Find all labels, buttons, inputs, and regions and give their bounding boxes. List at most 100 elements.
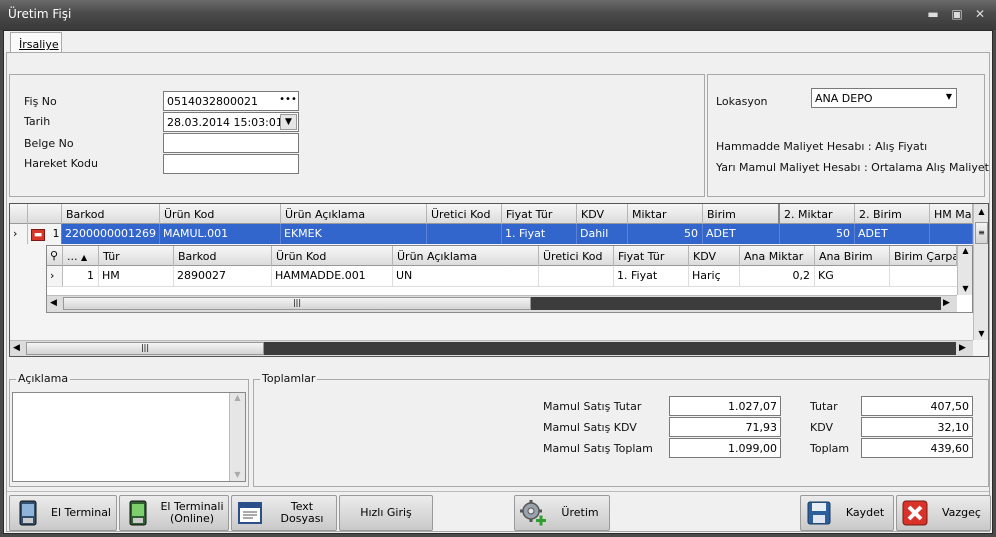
scroll-thumb[interactable]: ||| [26,342,264,355]
scroll-left-icon[interactable]: ◀ [50,298,57,308]
cell-urun-aciklama[interactable]: EKMEK [281,224,427,244]
table-row[interactable]: › 1 HM 2890027 HAMMADDE.001 UN 1. Fiyat … [47,266,957,287]
lokasyon-select[interactable]: ANA DEPO ▼ [811,88,957,108]
belge-no-field[interactable] [163,133,299,153]
col-kdv[interactable]: KDV [577,204,628,224]
scroll-up-icon[interactable]: ▲ [974,204,988,216]
main-grid[interactable]: Barkod Ürün Kod Ürün Açıklama Üretici Ko… [9,203,989,357]
detail-grid[interactable]: ⚲ ... ▲ Tür Barkod Ürün Kod Ürün Açıklam… [46,245,973,313]
el-terminali-online-button[interactable]: El Terminali (Online) [119,495,229,531]
scroll-up-icon[interactable]: ▲ [230,393,245,402]
detail-horizontal-scrollbar[interactable]: ◀ ||| ▶ [47,295,957,312]
scroll-down-icon[interactable]: ▼ [230,470,245,479]
hareket-kodu-field[interactable] [163,154,299,174]
scroll-track[interactable] [531,297,941,310]
cell-fiyat-tur[interactable]: 1. Fiyat [502,224,577,244]
cell-ana-miktar[interactable]: 0,2 [740,266,815,286]
col-urun-aciklama[interactable]: Ürün Açıklama [393,246,539,266]
hizli-giris-button[interactable]: Hızlı Giriş [339,495,433,531]
col-uretici-kod[interactable]: Üretici Kod [539,246,614,266]
main-horizontal-scrollbar[interactable]: ◀ ||| ▶ [10,340,973,356]
detail-vertical-scrollbar[interactable]: ▲ ▼ [957,246,972,295]
tab-irsaliye[interactable]: İrsaliye [10,32,62,53]
scroll-down-icon[interactable]: ▼ [974,329,988,338]
cell-barkod[interactable]: 2200000001269 [62,224,160,244]
cell-num[interactable]: 1 [63,266,99,286]
cell-uretici-kod[interactable] [427,224,502,244]
header-form-panel: Fiş No 0514032800021 ••• Tarih 28.03.201… [9,74,705,197]
dropdown-arrow-icon[interactable]: ▼ [280,114,297,130]
scroll-track[interactable] [264,342,956,355]
cell-birim-carpan[interactable] [890,266,957,286]
col-birim2[interactable]: 2. Birim [855,204,930,224]
cell-hm-maliyet[interactable] [930,224,973,244]
cell-uretici-kod[interactable] [539,266,614,286]
col-kdv[interactable]: KDV [689,246,740,266]
aciklama-textarea[interactable] [12,392,246,482]
cell-urun-aciklama[interactable]: UN [393,266,539,286]
uretim-button[interactable]: Üretim [514,495,610,531]
mamul-satis-kdv-field[interactable]: 71,93 [669,417,781,437]
maximize-button[interactable]: ▣ [949,7,965,21]
cell-miktar2[interactable]: 50 [780,224,855,244]
mamul-satis-toplam-field[interactable]: 1.099,00 [669,438,781,458]
toplam-field[interactable]: 439,60 [861,438,973,458]
scroll-right-icon[interactable]: ▶ [959,343,966,353]
col-dot[interactable]: ... ▲ [63,246,99,266]
ellipsis-icon[interactable]: ••• [279,93,297,109]
fis-no-field[interactable]: 0514032800021 ••• [163,91,299,111]
row-expand-icon[interactable]: › [10,224,28,244]
kaydet-button[interactable]: Kaydet [800,495,894,531]
col-hm-maliyet[interactable]: HM Mali [930,204,973,224]
row-collapse-icon[interactable]: ▬ [31,229,45,241]
col-fiyat-tur[interactable]: Fiyat Tür [502,204,577,224]
aciklama-scrollbar[interactable]: ▲ ▼ [229,393,245,481]
row-expand-icon[interactable]: › [47,266,63,286]
cell-barkod[interactable]: 2890027 [174,266,272,286]
cell-urun-kod[interactable]: MAMUL.001 [160,224,281,244]
col-ana-miktar[interactable]: Ana Miktar [740,246,815,266]
col-urun-aciklama[interactable]: Ürün Açıklama [281,204,427,224]
text-dosyasi-button[interactable]: Text Dosyası [231,495,337,531]
col-urun-kod[interactable]: Ürün Kod [272,246,393,266]
close-button[interactable]: ✕ [972,7,988,21]
scroll-thumb[interactable]: ≡ [975,222,988,244]
col-ana-birim[interactable]: Ana Birim [815,246,890,266]
col-uretici-kod[interactable]: Üretici Kod [427,204,502,224]
cell-kdv[interactable]: Hariç [689,266,740,286]
col-miktar[interactable]: Miktar [628,204,703,224]
cell-tur[interactable]: HM [99,266,174,286]
col-tur[interactable]: Tür [99,246,174,266]
search-icon[interactable]: ⚲ [47,246,63,266]
cell-fiyat-tur[interactable]: 1. Fiyat [614,266,689,286]
cell-kdv[interactable]: Dahil [577,224,628,244]
col-barkod[interactable]: Barkod [62,204,160,224]
cell-ana-birim[interactable]: KG [815,266,890,286]
col-birim[interactable]: Birim [703,204,780,224]
tarih-field[interactable]: 28.03.2014 15:03:01 ▼ [163,112,299,132]
minimize-button[interactable]: ▬ [925,7,941,21]
vazgec-button[interactable]: Vazgeç [896,495,991,531]
scroll-thumb[interactable]: ||| [63,297,531,310]
toplamlar-label: Toplamlar [260,372,318,385]
col-miktar2[interactable]: 2. Miktar [780,204,855,224]
cell-urun-kod[interactable]: HAMMADDE.001 [272,266,393,286]
col-fiyat-tur[interactable]: Fiyat Tür [614,246,689,266]
scroll-left-icon[interactable]: ◀ [13,343,20,353]
cell-birim2[interactable]: ADET [855,224,930,244]
col-barkod[interactable]: Barkod [174,246,272,266]
col-urun-kod[interactable]: Ürün Kod [160,204,281,224]
mamul-satis-tutar-field[interactable]: 1.027,07 [669,396,781,416]
kdv-field[interactable]: 32,10 [861,417,973,437]
table-row[interactable]: › ▬ 1 2200000001269 MAMUL.001 EKMEK 1. F… [10,224,973,244]
col-birim-carpan[interactable]: Birim Çarpan [890,246,957,266]
tutar-field[interactable]: 407,50 [861,396,973,416]
scroll-right-icon[interactable]: ▶ [943,298,950,308]
scroll-up-icon[interactable]: ▲ [958,246,972,255]
dropdown-arrow-icon[interactable]: ▼ [946,92,952,101]
cell-birim[interactable]: ADET [703,224,780,244]
cell-miktar[interactable]: 50 [628,224,703,244]
el-terminal-button[interactable]: El Terminal [9,495,117,531]
scroll-down-icon[interactable]: ▼ [958,284,972,293]
main-vertical-scrollbar[interactable]: ▲ ≡ ▼ [973,204,988,340]
